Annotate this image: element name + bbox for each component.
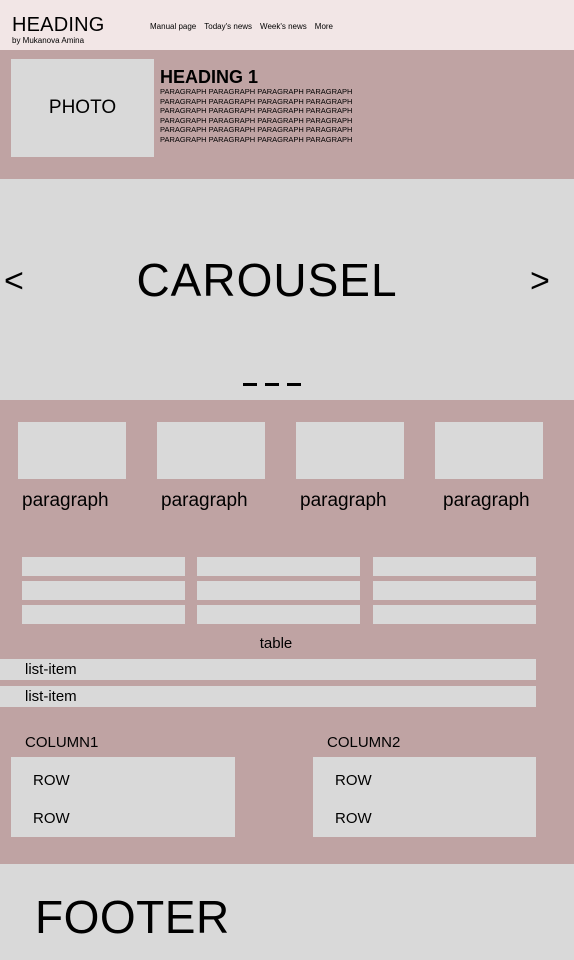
column-1-title: COLUMN1 [25,734,99,751]
table-cell [373,557,536,576]
nav-link-manual-page[interactable]: Manual page [150,22,196,32]
column-2-title: COLUMN2 [327,734,401,751]
site-footer: FOOTER [0,864,574,960]
table-cell [22,557,185,576]
nav-link-more[interactable]: More [315,22,333,32]
carousel-label-text: CAROUSEL [136,254,398,306]
carousel: < CAROUSEL > [0,179,574,400]
carousel-indicators [243,383,301,386]
table-cell [197,557,360,576]
card-caption: paragraph [443,490,530,511]
column-2-row: ROW [335,772,372,789]
card-caption: paragraph [22,490,109,511]
main-nav: Manual page Today's news Week's news Mor… [150,22,333,32]
column-1-row: ROW [33,772,70,789]
table-cell [22,605,185,624]
card[interactable] [157,422,265,479]
carousel-indicator[interactable] [265,383,279,386]
table-cell [22,581,185,600]
paragraph-line: PARAGRAPH PARAGRAPH PARAGRAPH PARAGRAPH [160,134,353,144]
content-section: paragraph paragraph paragraph paragraph … [0,400,574,864]
table-label: table [259,635,293,652]
site-byline: by Mukanova Amina [12,36,85,45]
card-image-placeholder [296,422,404,479]
card-image-placeholder [435,422,543,479]
card-caption: paragraph [300,490,387,511]
card[interactable] [18,422,126,479]
carousel-label: CAROUSEL [0,253,534,307]
hero-heading: HEADING 1 [160,67,259,87]
nav-link-weeks-news[interactable]: Week's news [260,22,307,32]
nav-link-todays-news[interactable]: Today's news [204,22,252,32]
hero-paragraph: PARAGRAPH PARAGRAPH PARAGRAPH PARAGRAPH … [160,87,370,145]
site-header: HEADING by Mukanova Amina Manual page To… [0,0,574,50]
table-cell [197,605,360,624]
card[interactable] [296,422,404,479]
table-cell [373,605,536,624]
list-item[interactable]: list-item [0,659,536,680]
column-1-row: ROW [33,810,70,827]
paragraph-line: PARAGRAPH PARAGRAPH PARAGRAPH PARAGRAPH [160,96,353,106]
table-cell [197,581,360,600]
card-image-placeholder [157,422,265,479]
paragraph-line: PARAGRAPH PARAGRAPH PARAGRAPH PARAGRAPH [160,106,353,116]
photo-label: PHOTO [48,97,117,118]
hero-section: PHOTO HEADING 1 PARAGRAPH PARAGRAPH PARA… [0,50,574,179]
carousel-indicator[interactable] [243,383,257,386]
paragraph-line: PARAGRAPH PARAGRAPH PARAGRAPH PARAGRAPH [160,115,353,125]
carousel-next-button[interactable]: > [530,261,550,301]
footer-label: FOOTER [35,891,230,943]
data-table [22,557,536,625]
column-1-box: ROW ROW [11,757,235,837]
card-caption: paragraph [161,490,248,511]
column-2-row: ROW [335,810,372,827]
card-image-placeholder [18,422,126,479]
site-title: HEADING [12,14,105,36]
carousel-indicator[interactable] [287,383,301,386]
card[interactable] [435,422,543,479]
list-item[interactable]: list-item [0,686,536,707]
hero-photo-placeholder: PHOTO [11,59,154,157]
column-2-box: ROW ROW [313,757,536,837]
paragraph-line: PARAGRAPH PARAGRAPH PARAGRAPH PARAGRAPH [160,125,353,135]
table-cell [373,581,536,600]
paragraph-line: PARAGRAPH PARAGRAPH PARAGRAPH PARAGRAPH [160,87,353,96]
